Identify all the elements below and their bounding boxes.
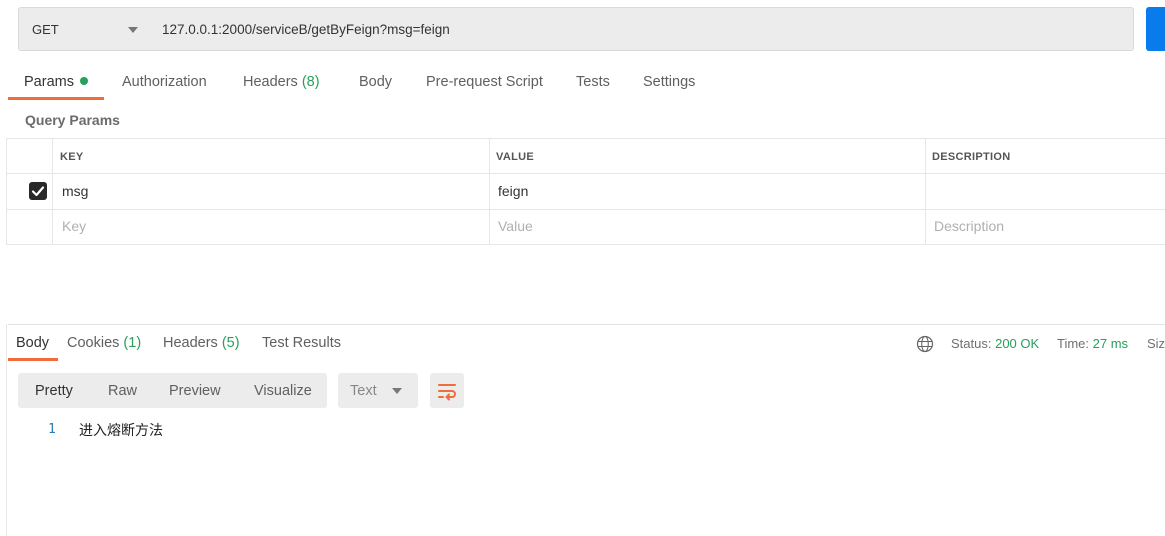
tab-params-label: Params xyxy=(24,74,74,90)
wrap-lines-icon xyxy=(438,384,456,401)
tab-body-label: Body xyxy=(359,74,393,90)
table-border-left xyxy=(6,138,7,245)
table-border-header xyxy=(6,173,1165,174)
response-tab-headers-label: Headers xyxy=(163,335,218,351)
table-border-row1 xyxy=(6,209,1165,210)
table-border-top xyxy=(6,138,1165,139)
url-input[interactable]: 127.0.0.1:2000/serviceB/getByFeign?msg=f… xyxy=(150,7,1134,51)
chevron-down-icon xyxy=(128,27,138,33)
table-border-bottom xyxy=(6,244,1165,245)
param-key-cell[interactable]: msg xyxy=(62,183,88,199)
new-description-input[interactable]: Description xyxy=(934,218,1004,234)
response-tab-cookies-label: Cookies xyxy=(67,335,120,351)
tab-settings[interactable]: Settings xyxy=(643,74,695,90)
view-pretty-button[interactable]: Pretty xyxy=(35,383,73,399)
tab-headers-label: Headers xyxy=(243,74,298,90)
response-divider[interactable] xyxy=(8,324,1165,325)
url-value: 127.0.0.1:2000/serviceB/getByFeign?msg=f… xyxy=(162,22,450,37)
size-label: Size xyxy=(1147,336,1165,351)
tab-body[interactable]: Body xyxy=(359,74,392,90)
table-col-divider xyxy=(489,138,490,245)
response-tab-headers-count: (5) xyxy=(221,335,240,351)
active-tab-indicator xyxy=(8,97,104,100)
response-tab-test-results[interactable]: Test Results xyxy=(262,335,341,351)
tab-authorization-label: Authorization xyxy=(122,74,207,90)
tab-headers[interactable]: Headers (8) xyxy=(243,74,320,90)
wrap-lines-button[interactable] xyxy=(430,373,464,408)
chevron-down-icon xyxy=(392,388,402,394)
response-tab-test-results-label: Test Results xyxy=(262,335,341,351)
panel-edge xyxy=(6,324,7,536)
tab-authorization[interactable]: Authorization xyxy=(122,74,207,90)
format-label: Text xyxy=(350,383,377,399)
column-header-key: KEY xyxy=(60,151,84,163)
status-label: Status: xyxy=(951,336,992,351)
time-label: Time: xyxy=(1057,336,1090,351)
response-tab-body[interactable]: Body xyxy=(16,335,49,351)
param-value-cell[interactable]: feign xyxy=(498,183,528,199)
globe-icon[interactable] xyxy=(916,335,934,353)
param-checkbox[interactable] xyxy=(29,182,47,200)
response-tab-headers[interactable]: Headers (5) xyxy=(163,335,240,351)
view-visualize-button[interactable]: Visualize xyxy=(254,383,312,399)
response-status: Status: 200 OK xyxy=(951,336,1039,351)
line-number: 1 xyxy=(48,422,56,437)
time-value: 27 ms xyxy=(1092,336,1129,351)
view-raw-button[interactable]: Raw xyxy=(108,383,137,399)
tab-tests[interactable]: Tests xyxy=(576,74,610,90)
response-time: Time: 27 ms xyxy=(1057,336,1128,351)
tab-prerequest-script[interactable]: Pre-request Script xyxy=(426,74,543,90)
response-tab-cookies[interactable]: Cookies (1) xyxy=(67,335,141,351)
view-preview-button[interactable]: Preview xyxy=(169,383,221,399)
column-header-value: VALUE xyxy=(496,151,534,163)
new-key-input[interactable]: Key xyxy=(62,218,86,234)
query-params-title: Query Params xyxy=(25,112,120,128)
tab-prerequest-label: Pre-request Script xyxy=(426,74,543,90)
active-dot-icon xyxy=(79,77,88,85)
new-value-input[interactable]: Value xyxy=(498,218,533,234)
response-tab-body-label: Body xyxy=(16,335,50,351)
checkmark-icon xyxy=(31,186,45,197)
table-col-divider xyxy=(52,138,53,245)
method-label: GET xyxy=(32,22,59,37)
tab-params[interactable]: Params xyxy=(24,74,88,90)
method-select[interactable]: GET xyxy=(18,7,151,51)
column-header-description: DESCRIPTION xyxy=(932,151,1011,163)
table-col-divider xyxy=(925,138,926,245)
active-response-tab-indicator xyxy=(8,358,58,361)
status-value: 200 OK xyxy=(995,336,1040,351)
response-body-text[interactable]: 进入熔断方法 xyxy=(79,420,163,440)
send-button[interactable] xyxy=(1146,7,1165,51)
tab-settings-label: Settings xyxy=(643,74,696,90)
response-tab-cookies-count: (1) xyxy=(123,335,142,351)
tab-headers-count: (8) xyxy=(301,74,320,90)
response-size: Size xyxy=(1147,336,1165,351)
tab-tests-label: Tests xyxy=(576,74,610,90)
